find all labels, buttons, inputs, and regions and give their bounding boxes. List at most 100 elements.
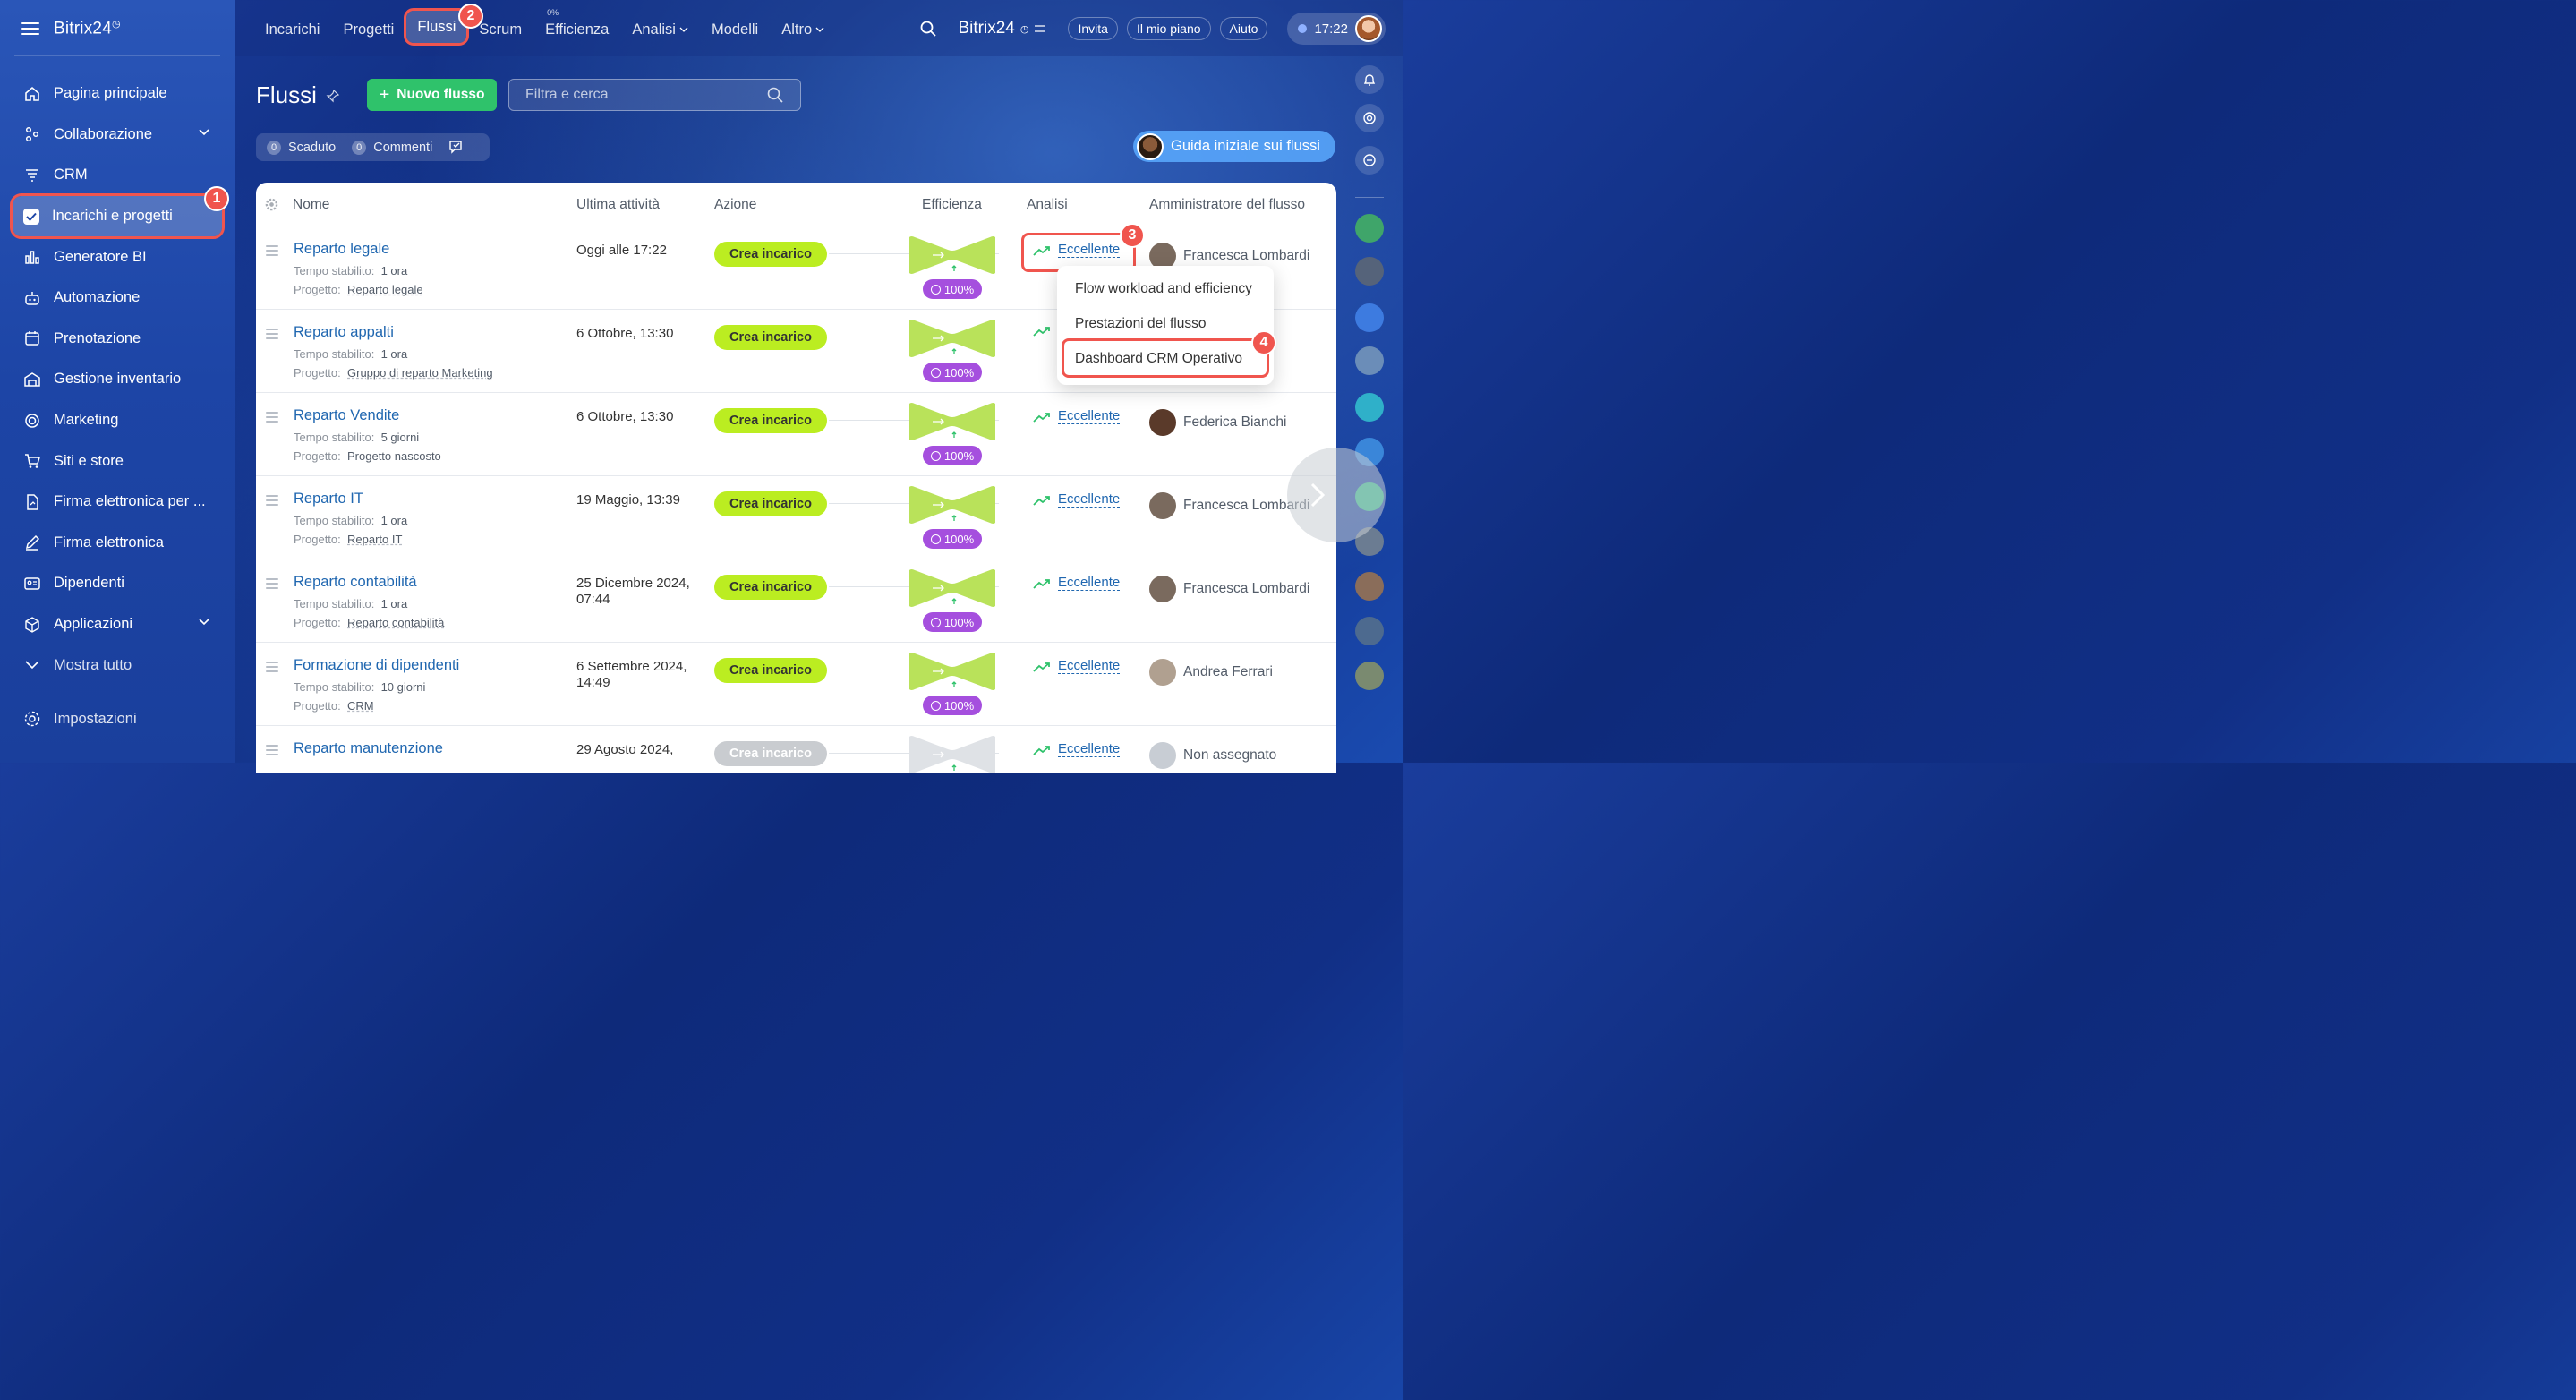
analysis-link[interactable]: Eccellente <box>1058 409 1121 424</box>
user-avatar[interactable] <box>1355 15 1382 42</box>
tasks-chat-icon[interactable] <box>1355 303 1384 332</box>
sidebar-item-marketing[interactable]: Marketing <box>13 400 222 441</box>
nav-analysis[interactable]: Analisi <box>632 16 688 43</box>
nav-tasks[interactable]: Incarichi <box>265 16 320 43</box>
sidebar-item-crm[interactable]: CRM <box>13 155 222 196</box>
project-link[interactable]: Reparto IT <box>347 533 402 546</box>
flow-name-link[interactable]: Reparto appalti <box>294 324 394 341</box>
project-link[interactable]: Gruppo di reparto Marketing <box>347 366 493 380</box>
sidebar-item-applications[interactable]: Applicazioni <box>13 604 222 645</box>
pin-icon[interactable] <box>326 89 340 103</box>
sidebar-item-automation[interactable]: Automazione <box>13 277 222 319</box>
sidebar-item-sites-stores[interactable]: Siti e store <box>13 440 222 482</box>
chat-bubble-icon[interactable] <box>1355 393 1384 422</box>
comments-counter[interactable]: 0 Commenti <box>352 140 432 155</box>
clock-widget[interactable]: 17:22 <box>1287 13 1386 45</box>
sidebar-show-all[interactable]: Mostra tutto <box>13 645 222 686</box>
menu-item-workload-efficiency[interactable]: Flow workload and efficiency <box>1075 281 1252 297</box>
filter-search-input[interactable]: Filtra e cerca <box>508 79 801 111</box>
search-icon[interactable] <box>766 86 784 104</box>
flow-name-link[interactable]: Reparto Vendite <box>294 407 399 424</box>
contact-avatar[interactable] <box>1355 662 1384 690</box>
gear-icon[interactable] <box>265 198 278 211</box>
group-chat-avatar[interactable] <box>1355 214 1384 243</box>
sidebar-item-booking[interactable]: Prenotazione <box>13 319 222 360</box>
flow-admin[interactable]: Andrea Ferrari <box>1149 659 1273 686</box>
contact-avatar[interactable] <box>1355 257 1384 286</box>
create-task-button[interactable]: Crea incarico <box>714 741 827 766</box>
drag-handle-icon[interactable] <box>266 495 278 506</box>
col-name[interactable]: Nome <box>293 197 329 213</box>
create-task-button[interactable]: Crea incarico <box>714 242 827 267</box>
contact-avatar[interactable] <box>1355 346 1384 375</box>
flow-admin[interactable]: Non assegnato <box>1149 742 1276 769</box>
project-link[interactable]: Reparto legale <box>347 283 423 296</box>
table-row[interactable]: Reparto manutenzione 29 Agosto 2024, Crea … <box>256 726 1336 773</box>
new-flow-button[interactable]: + Nuovo flusso <box>367 79 497 111</box>
sidebar-settings[interactable]: Impostazioni <box>23 710 137 728</box>
create-task-button[interactable]: Crea incarico <box>714 408 827 433</box>
drag-handle-icon[interactable] <box>266 578 278 589</box>
flow-admin[interactable]: Francesca Lombardi <box>1149 492 1309 519</box>
drag-handle-icon[interactable] <box>266 245 278 256</box>
contact-avatar[interactable] <box>1355 617 1384 645</box>
analysis-link[interactable]: Eccellente <box>1058 742 1121 757</box>
brand-logo[interactable]: Bitrix24◷ <box>54 18 121 38</box>
analysis-link[interactable]: Eccellente <box>1058 576 1121 591</box>
nav-more[interactable]: Altro <box>781 16 824 43</box>
overdue-counter[interactable]: 0 Scaduto <box>267 140 336 155</box>
nav-projects[interactable]: Progetti <box>343 16 394 43</box>
flow-admin[interactable]: Francesca Lombardi <box>1149 576 1309 602</box>
analysis-link[interactable]: Eccellente <box>1058 492 1121 508</box>
drag-handle-icon[interactable] <box>266 329 278 339</box>
drag-handle-icon[interactable] <box>266 745 278 755</box>
table-row[interactable]: Reparto contabilità Tempo stabilito: 1 or… <box>256 559 1336 643</box>
table-row[interactable]: Formazione di dipendenti Tempo stabilito:… <box>256 643 1336 726</box>
sidebar-item-esign-hr[interactable]: Firma elettronica per ... <box>13 482 222 523</box>
chevron-down-icon[interactable] <box>199 619 209 626</box>
contact-avatar[interactable] <box>1355 572 1384 601</box>
project-link[interactable]: Progetto nascosto <box>347 449 441 463</box>
drag-handle-icon[interactable] <box>266 662 278 672</box>
nav-scrum[interactable]: Scrum <box>479 16 522 43</box>
nav-templates[interactable]: Modelli <box>712 16 758 43</box>
project-link[interactable]: CRM <box>347 699 374 713</box>
menu-item-flow-performance[interactable]: Prestazioni del flusso <box>1075 316 1206 332</box>
bell-icon[interactable] <box>1355 65 1384 94</box>
sidebar-item-collaboration[interactable]: Collaborazione <box>13 115 222 156</box>
menu-burger-icon[interactable] <box>21 22 39 35</box>
copilot-icon[interactable] <box>1355 104 1384 132</box>
table-row[interactable]: Reparto IT Tempo stabilito: 1 ora Progetto… <box>256 476 1336 559</box>
search-icon[interactable] <box>919 20 937 38</box>
create-task-button[interactable]: Crea incarico <box>714 491 827 516</box>
chat-search-icon[interactable] <box>1355 146 1384 175</box>
sidebar-item-home[interactable]: Pagina principale <box>13 73 222 115</box>
invite-button[interactable]: Invita <box>1068 17 1118 40</box>
flow-name-link[interactable]: Reparto legale <box>294 241 389 258</box>
table-row[interactable]: Reparto Vendite Tempo stabilito: 5 giorni… <box>256 393 1336 476</box>
sidebar-item-bi-builder[interactable]: Generatore BI <box>13 236 222 277</box>
flow-name-link[interactable]: Reparto IT <box>294 491 363 508</box>
nav-efficiency[interactable]: 0% Efficienza <box>545 8 609 43</box>
create-task-button[interactable]: Crea incarico <box>714 325 827 350</box>
flow-admin[interactable]: Federica Bianchi <box>1149 409 1286 436</box>
flow-name-link[interactable]: Reparto contabilità <box>294 574 417 591</box>
sidebar-item-employees[interactable]: Dipendenti <box>13 563 222 604</box>
help-button[interactable]: Aiuto <box>1219 17 1268 40</box>
flows-guide-button[interactable]: Guida iniziale sui flussi <box>1133 131 1335 162</box>
chat-check-icon[interactable] <box>448 140 466 156</box>
scroll-right-button[interactable] <box>1287 448 1386 542</box>
analysis-link[interactable]: Eccellente <box>1058 659 1121 674</box>
flow-name-link[interactable]: Formazione di dipendenti <box>294 657 459 674</box>
sidebar-item-inventory[interactable]: Gestione inventario <box>13 359 222 400</box>
project-link[interactable]: Reparto contabilità <box>347 616 444 629</box>
create-task-button[interactable]: Crea incarico <box>714 575 827 600</box>
col-last-activity[interactable]: Ultima attività <box>576 197 660 213</box>
my-plan-button[interactable]: Il mio piano <box>1126 17 1211 40</box>
create-task-button[interactable]: Crea incarico <box>714 658 827 683</box>
sidebar-item-esign[interactable]: Firma elettronica <box>13 523 222 564</box>
drag-handle-icon[interactable] <box>266 412 278 423</box>
sidebar-item-tasks-projects[interactable]: Incarichi e progetti <box>10 192 225 240</box>
flow-name-link[interactable]: Reparto manutenzione <box>294 740 443 757</box>
chevron-down-icon[interactable] <box>199 129 209 136</box>
